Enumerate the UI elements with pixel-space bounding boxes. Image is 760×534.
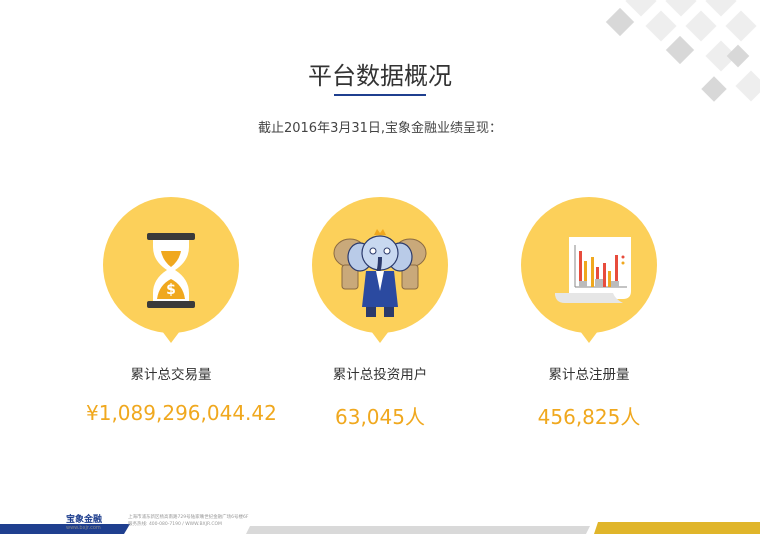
- stat-label: 累计总注册量: [548, 367, 630, 383]
- stat-total-investors: 累计总投资用户 63,045人: [295, 195, 465, 430]
- stat-badge: [310, 195, 450, 343]
- stat-badge: $: [101, 195, 241, 343]
- svg-text:$: $: [166, 282, 176, 298]
- title-underline: [334, 94, 426, 96]
- stat-total-registrations: 累计总注册量 456,825人: [504, 195, 674, 430]
- stat-value: 63,045人: [335, 405, 425, 429]
- elephant-mascot-icon: [312, 197, 448, 343]
- page-subtitle: 截止2016年3月31日,宝象金融业绩呈现：: [257, 121, 503, 136]
- footer-logo[interactable]: 宝象金融 www.bxjr.com: [66, 512, 102, 531]
- stat-total-transactions: $ 累计总交易量 ¥1,089,296,044.42: [86, 195, 277, 425]
- stat-label: 累计总交易量: [130, 367, 212, 383]
- page-title: 平台数据概况: [308, 62, 452, 90]
- stat-value: 456,825人: [537, 405, 641, 429]
- footer-band: [0, 522, 760, 534]
- address-line: 服务热线: 400-080-7190 / WWW.BXJR.COM: [128, 522, 222, 527]
- footer-address: 上海市浦东新区杨高南路729号陆家嘴世纪金融广场6号楼6F 服务热线: 400-…: [128, 514, 248, 528]
- hourglass-dollar-icon: $: [103, 197, 239, 343]
- logo-url: www.bxjr.com: [66, 525, 101, 531]
- stat-label: 累计总投资用户: [332, 367, 428, 383]
- logo-text: 宝象金融: [66, 515, 103, 525]
- stat-badge: [519, 195, 659, 343]
- chart-paper-icon: [521, 197, 657, 343]
- address-line: 上海市浦东新区杨高南路729号陆家嘴世纪金融广场6号楼6F: [128, 515, 249, 520]
- stat-value: ¥1,089,296,044.42: [86, 401, 277, 425]
